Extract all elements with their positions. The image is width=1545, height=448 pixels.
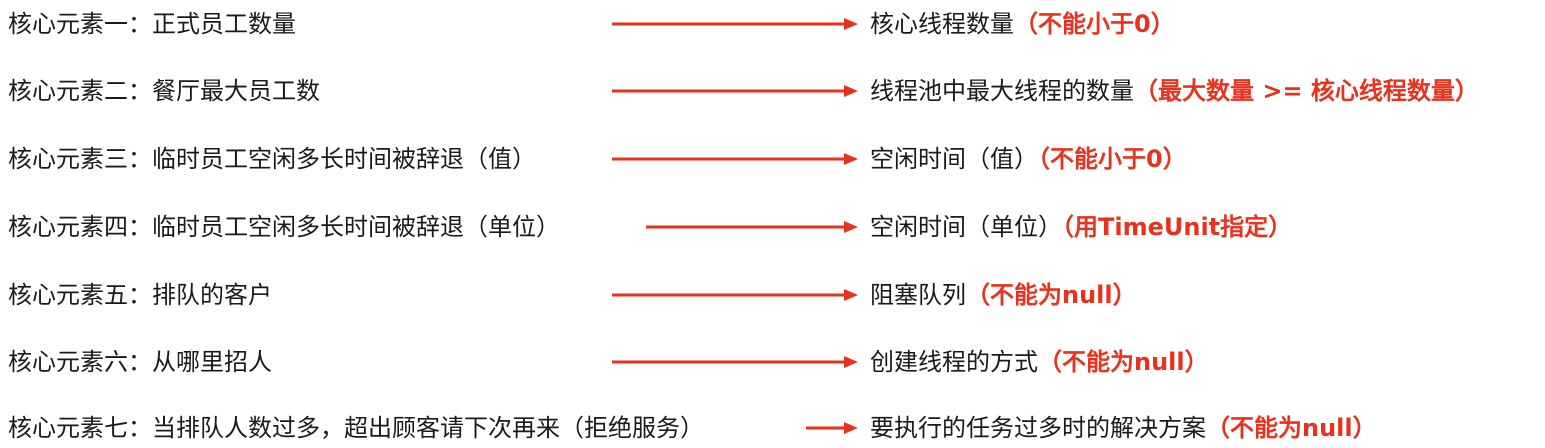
element-label-2: 核心元素二：餐厅最大员工数 <box>8 77 320 105</box>
constraint-note-1: （不能小于0） <box>1014 10 1175 38</box>
constraint-note-2: （最大数量 >= 核心线程数量） <box>1134 77 1479 105</box>
element-label-5: 核心元素五：排队的客户 <box>8 281 272 309</box>
arrow-1 <box>612 18 858 30</box>
mapping-target-3: 空闲时间（值）（不能小于0） <box>870 139 1187 179</box>
arrow-7 <box>806 422 858 434</box>
element-label-1: 核心元素一：正式员工数量 <box>8 10 296 38</box>
mapping-row-3: 核心元素三：临时员工空闲多长时间被辞退（值） 空闲时间（值）（不能小于0） <box>0 139 1545 179</box>
element-label-7: 核心元素七：当排队人数过多，超出顾客请下次再来（拒绝服务） <box>8 414 704 442</box>
mapping-row-4: 核心元素四：临时员工空闲多长时间被辞退（单位） 空闲时间（单位）（用TimeUn… <box>0 207 1545 247</box>
target-text-4: 空闲时间（单位） <box>870 213 1062 241</box>
mapping-row-2: 核心元素二：餐厅最大员工数 线程池中最大线程的数量（最大数量 >= 核心线程数量… <box>0 71 1545 111</box>
constraint-note-5: （不能为null） <box>966 281 1137 309</box>
target-text-1: 核心线程数量 <box>870 10 1014 38</box>
arrow-4 <box>646 221 858 233</box>
target-text-7: 要执行的任务过多时的解决方案 <box>870 414 1206 442</box>
mapping-target-1: 核心线程数量（不能小于0） <box>870 4 1175 44</box>
target-text-5: 阻塞队列 <box>870 281 966 309</box>
mapping-target-6: 创建线程的方式（不能为null） <box>870 342 1209 382</box>
mapping-row-5: 核心元素五：排队的客户 阻塞队列（不能为null） <box>0 275 1545 315</box>
element-label-3: 核心元素三：临时员工空闲多长时间被辞退（值） <box>8 145 536 173</box>
mapping-target-2: 线程池中最大线程的数量（最大数量 >= 核心线程数量） <box>870 71 1479 111</box>
mapping-target-7: 要执行的任务过多时的解决方案（不能为null） <box>870 408 1377 448</box>
arrow-2 <box>612 85 858 97</box>
element-label-6: 核心元素六：从哪里招人 <box>8 348 272 376</box>
mapping-row-1: 核心元素一：正式员工数量 核心线程数量（不能小于0） <box>0 4 1545 44</box>
target-text-6: 创建线程的方式 <box>870 348 1038 376</box>
arrow-5 <box>612 289 858 301</box>
mapping-row-7: 核心元素七：当排队人数过多，超出顾客请下次再来（拒绝服务） 要执行的任务过多时的… <box>0 408 1545 448</box>
constraint-note-6: （不能为null） <box>1038 348 1209 376</box>
target-text-3: 空闲时间（值） <box>870 145 1038 173</box>
target-text-2: 线程池中最大线程的数量 <box>870 77 1134 105</box>
mapping-target-5: 阻塞队列（不能为null） <box>870 275 1137 315</box>
element-label-4: 核心元素四：临时员工空闲多长时间被辞退（单位） <box>8 213 560 241</box>
constraint-note-7: （不能为null） <box>1206 414 1377 442</box>
mapping-target-4: 空闲时间（单位）（用TimeUnit指定） <box>870 207 1292 247</box>
constraint-note-3: （不能小于0） <box>1038 145 1187 173</box>
arrow-3 <box>612 153 858 165</box>
constraint-note-4: （用TimeUnit指定） <box>1062 213 1293 241</box>
mapping-row-6: 核心元素六：从哪里招人 创建线程的方式（不能为null） <box>0 342 1545 382</box>
arrow-6 <box>612 356 858 368</box>
